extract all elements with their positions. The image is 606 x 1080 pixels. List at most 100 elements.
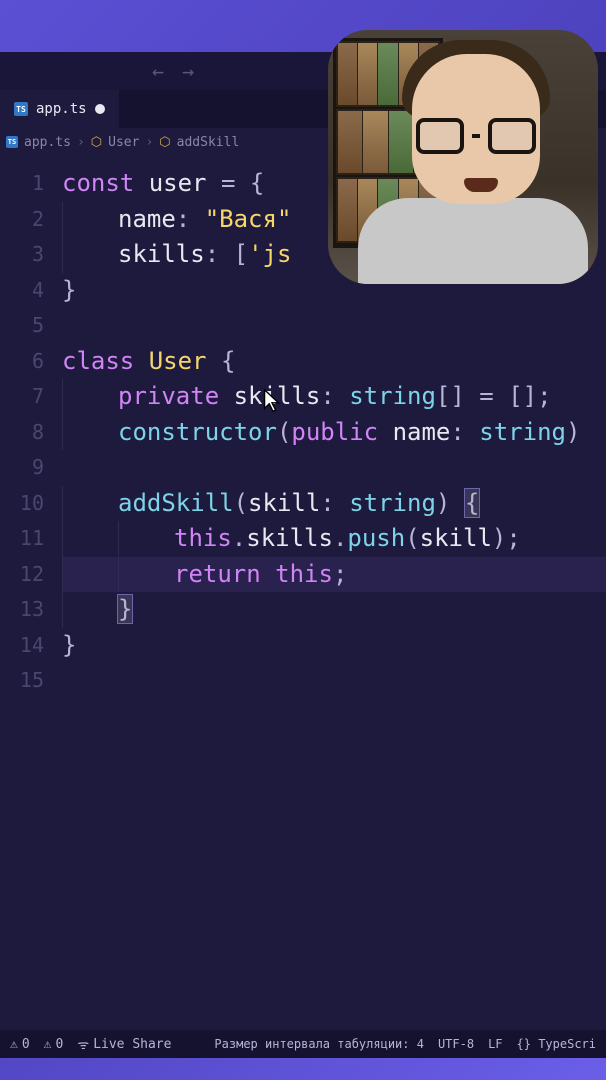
nav-arrows: ← → xyxy=(152,59,194,83)
token-str: 'js xyxy=(248,240,291,268)
code-line[interactable] xyxy=(62,308,606,344)
token-prop: skills xyxy=(246,524,333,552)
errors-indicator[interactable]: ⚠ 0 xyxy=(10,1037,30,1052)
token-var: name xyxy=(393,418,451,446)
token-fn: addSkill xyxy=(118,489,234,517)
token-kw: this xyxy=(275,560,333,588)
token-punc-m: } xyxy=(118,595,132,623)
token-punc-m: { xyxy=(465,489,479,517)
warning-count: 0 xyxy=(55,1037,63,1052)
token-prop: skills xyxy=(118,240,205,268)
braces-icon: {} xyxy=(517,1037,531,1051)
eol-button[interactable]: LF xyxy=(488,1037,502,1051)
token-punc: : xyxy=(450,418,464,446)
token-punc: : xyxy=(320,382,334,410)
tab-size-button[interactable]: Размер интервала табуляции: 4 xyxy=(214,1037,424,1051)
language-mode-button[interactable]: {} TypeScri xyxy=(517,1037,596,1051)
line-number: 7 xyxy=(0,379,44,415)
unsaved-dot-icon xyxy=(95,104,105,114)
breadcrumb-method: addSkill xyxy=(177,135,240,150)
token-type: string xyxy=(349,382,436,410)
tab-app-ts[interactable]: TS app.ts xyxy=(0,90,119,128)
encoding-button[interactable]: UTF-8 xyxy=(438,1037,474,1051)
token-punc: : xyxy=(176,205,190,233)
line-number: 6 xyxy=(0,344,44,380)
code-line[interactable]: this.skills.push(skill); xyxy=(62,521,606,557)
code-line[interactable] xyxy=(62,450,606,486)
token-kw: class xyxy=(62,347,134,375)
warning-icon: ⚠ xyxy=(44,1037,52,1052)
token-var: user xyxy=(149,169,207,197)
token-punc: : xyxy=(205,240,219,268)
token-prop: skills xyxy=(234,382,321,410)
token-punc: . xyxy=(232,524,246,552)
tab-label: app.ts xyxy=(36,101,87,117)
token-prop: name xyxy=(118,205,176,233)
method-icon: ⬡ xyxy=(159,135,170,150)
token-kw: return xyxy=(174,560,261,588)
live-share-button[interactable]: ᯤ Live Share xyxy=(77,1035,171,1053)
token-punc: { xyxy=(221,347,235,375)
chevron-right-icon: › xyxy=(77,135,85,150)
line-number: 9 xyxy=(0,450,44,486)
code-line[interactable]: } xyxy=(62,628,606,664)
error-icon: ⚠ xyxy=(10,1037,18,1052)
token-punc: [] xyxy=(436,382,465,410)
chevron-right-icon: › xyxy=(145,135,153,150)
error-count: 0 xyxy=(22,1037,30,1052)
code-line[interactable]: } xyxy=(62,592,606,628)
token-punc: ( xyxy=(405,524,419,552)
line-gutter: 123456789101112131415 xyxy=(0,156,62,1058)
token-kw: const xyxy=(62,169,134,197)
line-number: 8 xyxy=(0,415,44,451)
code-line[interactable]: class User { xyxy=(62,344,606,380)
status-bar: ⚠ 0 ⚠ 0 ᯤ Live Share Размер интервала та… xyxy=(0,1030,606,1058)
line-number: 14 xyxy=(0,628,44,664)
token-type: string xyxy=(349,489,436,517)
code-line[interactable]: private skills: string[] = []; xyxy=(62,379,606,415)
token-punc: ); xyxy=(492,524,521,552)
line-number: 10 xyxy=(0,486,44,522)
broadcast-icon: ᯤ xyxy=(77,1035,89,1053)
typescript-icon: TS xyxy=(6,136,18,148)
webcam-overlay xyxy=(328,30,598,284)
token-punc: ) xyxy=(566,418,580,446)
line-number: 3 xyxy=(0,237,44,273)
token-kw: this xyxy=(174,524,232,552)
line-number: 5 xyxy=(0,308,44,344)
token-mod: public xyxy=(291,418,378,446)
typescript-icon: TS xyxy=(14,102,28,116)
token-punc: ) xyxy=(436,489,450,517)
token-var: skill xyxy=(420,524,492,552)
language-label: TypeScri xyxy=(538,1037,596,1051)
token-punc: ; xyxy=(333,560,347,588)
breadcrumb-file: app.ts xyxy=(24,135,71,150)
code-area: 123456789101112131415 const user = {name… xyxy=(0,156,606,1058)
token-fn: constructor xyxy=(118,418,277,446)
token-punc: . xyxy=(333,524,347,552)
token-punc: []; xyxy=(508,382,551,410)
token-var: skill xyxy=(248,489,320,517)
token-punc: : xyxy=(320,489,334,517)
code-content[interactable]: const user = {name: "Вася"skills: ['js}c… xyxy=(62,156,606,1058)
back-icon[interactable]: ← xyxy=(152,59,164,83)
code-line[interactable]: constructor(public name: string) xyxy=(62,415,606,451)
code-line[interactable]: addSkill(skill: string) { xyxy=(62,486,606,522)
token-punc: } xyxy=(62,276,76,304)
token-fn: push xyxy=(347,524,405,552)
forward-icon[interactable]: → xyxy=(182,59,194,83)
warnings-indicator[interactable]: ⚠ 0 xyxy=(44,1037,64,1052)
line-number: 1 xyxy=(0,166,44,202)
token-punc: ( xyxy=(277,418,291,446)
line-number: 13 xyxy=(0,592,44,628)
token-cls: User xyxy=(149,347,207,375)
token-punc: [ xyxy=(234,240,248,268)
line-number: 2 xyxy=(0,202,44,238)
code-line[interactable] xyxy=(62,663,606,699)
token-op: = xyxy=(479,382,493,410)
token-str: "Вася" xyxy=(205,205,292,233)
token-mod: private xyxy=(118,382,219,410)
breadcrumb-class: User xyxy=(108,135,139,150)
token-op: = xyxy=(221,169,235,197)
code-line[interactable]: return this; xyxy=(62,557,606,593)
